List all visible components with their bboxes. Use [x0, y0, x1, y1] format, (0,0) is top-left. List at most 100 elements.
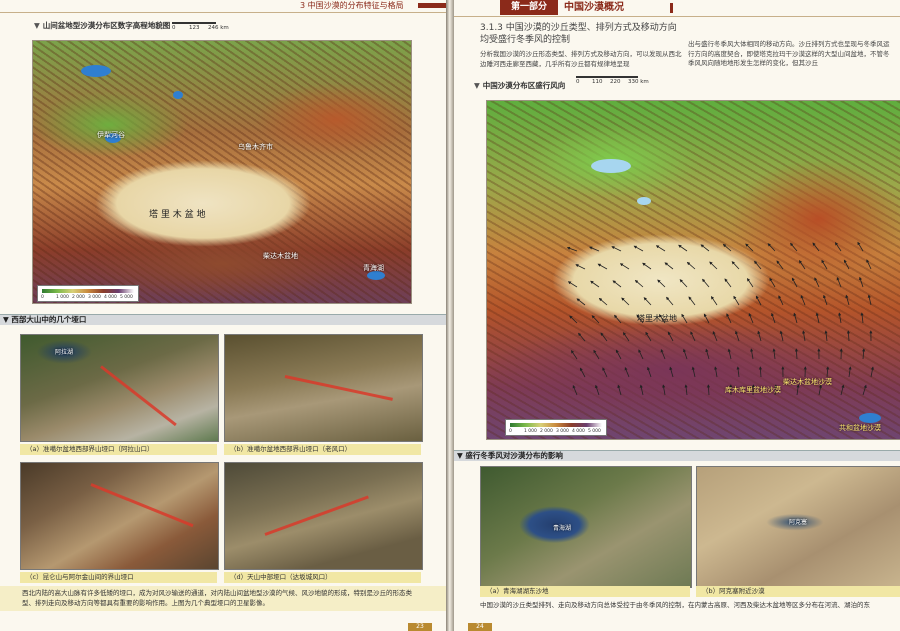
wind-arrow — [589, 246, 600, 252]
section-title: ▼ 盛行冬季风对沙漠分布的影响 — [457, 451, 563, 460]
wind-arrow — [758, 366, 763, 378]
wind-arrow — [706, 384, 711, 396]
caption-c: （c）昆仑山与阿尔金山间的界山垭口 — [26, 573, 134, 581]
chapter-bar — [670, 3, 673, 13]
wind-arrow — [591, 315, 600, 324]
wind-arrow — [776, 260, 784, 270]
wind-arrow — [645, 331, 652, 342]
photo-a: 阿拉湖 — [20, 334, 219, 442]
wind-arrow — [660, 348, 666, 360]
wind-arrow — [598, 297, 608, 306]
caption-qinghai: （a）青海湖湖东沙地 — [486, 587, 549, 595]
photo-label: 阿克塞 — [789, 519, 808, 526]
wind-arrow — [735, 330, 740, 342]
wind-arrow — [679, 279, 688, 288]
wind-arrow — [576, 298, 586, 306]
wind-arrow — [612, 280, 622, 288]
wind-arrow — [726, 313, 732, 324]
wind-arrow — [655, 245, 666, 252]
wind-arrow — [778, 295, 784, 306]
wind-arrow — [862, 348, 866, 360]
photo-c — [20, 462, 219, 570]
label-qaidam: 柴达木盆地 — [263, 252, 298, 260]
wind-arrow — [705, 348, 710, 360]
figure-title-wind: ▼ 中国沙漠分布区盛行风向 — [474, 81, 566, 90]
pass-line — [264, 495, 369, 536]
wind-arrow — [731, 261, 740, 270]
wind-arrow — [643, 297, 652, 306]
wind-arrow — [572, 384, 578, 396]
wind-arrow — [815, 312, 820, 324]
wind-arrow — [688, 296, 696, 306]
wind-arrow — [709, 261, 718, 270]
wind-arrow — [611, 246, 622, 252]
elevation-legend: 0 1 000 2 000 3 000 4 000 5 000 — [37, 285, 139, 302]
wind-arrow — [791, 277, 798, 288]
wind-arrow — [824, 330, 828, 342]
wind-arrow — [862, 384, 867, 396]
part-label: 第一部分 — [500, 0, 558, 15]
caption-a: （a）准噶尔盆地西部界山垭口（阿拉山口） — [26, 445, 154, 453]
caption-bar-d: （d）天山中部垭口（达坂城风口） — [224, 572, 421, 583]
caption-d: （d）天山中部垭口（达坂城风口） — [230, 573, 332, 581]
label-kumtag: 库木库里盆地沙漠 — [725, 386, 781, 394]
photo-qinghai: 青海湖 — [480, 466, 692, 588]
label-taklimakan: 塔 里 木 盆 地 — [149, 210, 206, 220]
caption-bar-b: （b）准噶尔盆地西部界山垭口（老风口） — [224, 444, 421, 455]
wind-arrow — [624, 366, 630, 378]
wind-arrow — [848, 366, 852, 378]
left-page: 3 中国沙漠的分布特征与格局 ▼ 山间盆地型沙漠分布区数字高程地貌图 0 123 … — [0, 0, 446, 631]
wind-arrow — [746, 278, 754, 288]
section-title-bar: ▼ 盛行冬季风对沙漠分布的影响 — [454, 450, 900, 461]
wind-arrow — [812, 242, 820, 252]
scale-bar: 0 123 246 km — [172, 22, 232, 32]
wind-arrow — [614, 314, 622, 324]
wind-arrow — [772, 348, 776, 360]
wind-arrow — [595, 384, 600, 396]
wind-arrow — [754, 260, 762, 270]
wind-arrow — [634, 279, 644, 288]
photo-b — [224, 334, 423, 442]
wind-arrow — [617, 384, 622, 396]
wind-arrow — [736, 366, 740, 378]
wind-arrow — [826, 366, 830, 378]
triangle-icon: ▼ — [34, 21, 40, 30]
wind-arrow — [802, 330, 806, 342]
wind-arrow — [846, 330, 851, 342]
chapter-title: 中国沙漠概况 — [564, 2, 624, 13]
wind-arrow — [798, 260, 806, 270]
wind-arrow — [757, 330, 762, 342]
wind-arrow — [779, 330, 784, 342]
caption-bar-qinghai: （a）青海湖湖东沙地 — [480, 586, 690, 597]
wind-arrow — [800, 294, 806, 306]
wind-arrow — [622, 332, 630, 342]
figure-title-dem: ▼ 山间盆地型沙漠分布区数字高程地貌图 — [34, 21, 171, 30]
wind-arrow — [845, 294, 850, 306]
body-text-right: 中国沙漠的沙丘类型排列、走向及移动方向总体受控于由冬季风的控制，在内蒙古高原、河… — [480, 601, 870, 609]
scale-bar: 0 110 220 330 km — [576, 76, 656, 86]
running-head-text: 3 中国沙漠的分布特征与格局 — [300, 1, 404, 10]
wind-arrow — [838, 312, 842, 324]
wind-arrow — [615, 349, 622, 360]
wind-arrow — [602, 367, 608, 378]
wind-arrow — [700, 244, 710, 252]
wind-arrow — [870, 366, 875, 378]
label-gonghe: 共和盆地沙漠 — [839, 424, 881, 432]
wind-arrow — [566, 246, 578, 252]
wind-arrow — [750, 348, 754, 360]
wind-arrow — [859, 276, 864, 288]
wind-arrow — [570, 350, 578, 360]
wind-arrow — [690, 331, 696, 342]
wind-arrow — [771, 312, 776, 324]
wind-map: 塔里木盆地 库木库里盆地沙漠 柴达木盆地沙漠 共和盆地沙漠 0 1 000 2 … — [486, 100, 900, 440]
wind-arrow — [597, 263, 608, 270]
wind-arrow — [684, 384, 688, 396]
wind-arrow — [745, 243, 754, 252]
lake — [173, 91, 183, 99]
wind-arrow — [722, 243, 732, 252]
caption-aksay: （b）阿克塞附近沙漠 — [702, 587, 765, 595]
wind-arrow — [769, 277, 776, 288]
wind-arrow — [662, 384, 666, 396]
right-page: 第一部分 中国沙漠概况 3.1.3 中国沙漠的沙丘类型、排列方式及移动方向均受盛… — [454, 0, 900, 631]
section-title-bar: ▼ 西部大山中的几个垭口 — [0, 314, 446, 325]
